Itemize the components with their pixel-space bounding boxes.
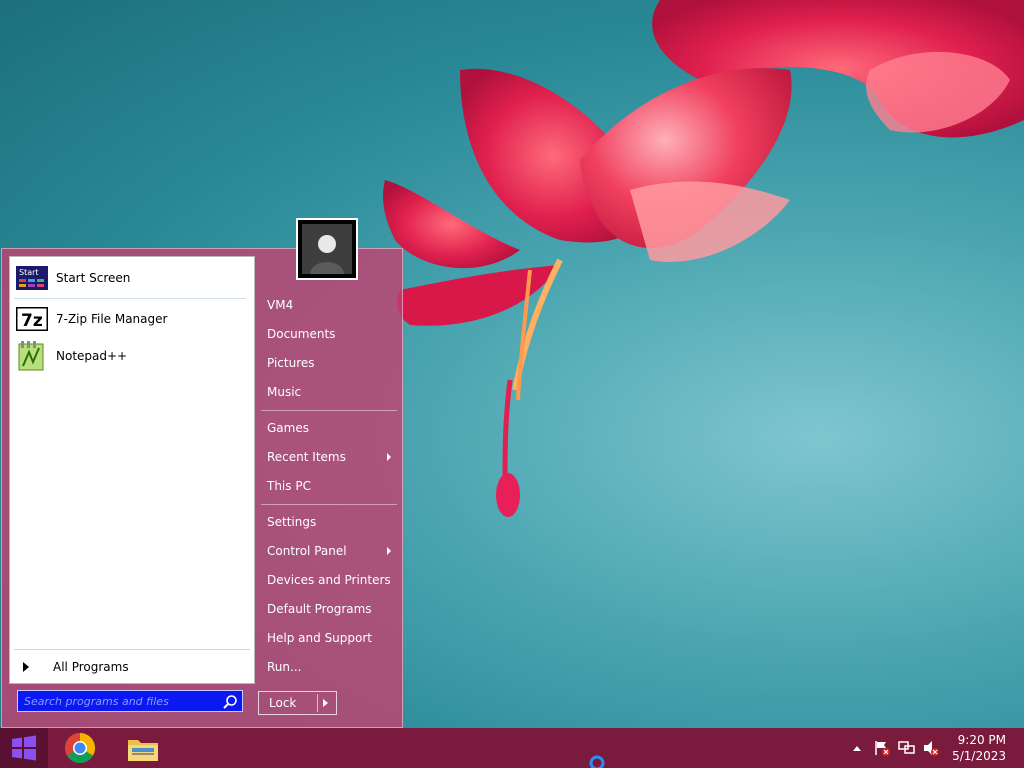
windows-logo-icon [12, 735, 36, 761]
menu-item-help-support[interactable]: Help and Support [259, 625, 397, 651]
menu-item-label: Default Programs [267, 602, 372, 616]
7zip-icon: 7z [16, 303, 48, 335]
program-label: Notepad++ [56, 349, 128, 363]
svg-text:Start: Start [19, 268, 39, 277]
start-screen-icon: Start [16, 262, 48, 294]
user-avatar[interactable] [296, 218, 358, 280]
divider [317, 694, 318, 712]
menu-item-label: Help and Support [267, 631, 372, 645]
all-programs-button[interactable]: All Programs [14, 655, 250, 679]
menu-item-control-panel[interactable]: Control Panel [259, 538, 397, 564]
menu-item-label: Music [267, 385, 302, 399]
lock-label: Lock [269, 696, 297, 710]
show-hidden-icons[interactable] [852, 744, 862, 752]
menu-item-label: Settings [267, 515, 317, 529]
start-menu: Start Start Screen 7z 7-Zip File Manager… [1, 248, 403, 728]
menu-item-default-programs[interactable]: Default Programs [259, 596, 397, 622]
lock-button[interactable]: Lock [258, 691, 337, 715]
menu-item-music[interactable]: Music [259, 379, 397, 405]
start-button[interactable] [0, 728, 48, 768]
menu-item-label: Run... [267, 660, 302, 674]
taskbar-chrome[interactable] [64, 732, 96, 764]
menu-item-run[interactable]: Run... [259, 654, 397, 680]
taskbar: 9:20 PM 5/1/2023 [0, 728, 1024, 768]
action-center-flag-icon[interactable] [874, 740, 890, 756]
menu-item-pictures[interactable]: Pictures [259, 350, 397, 376]
menu-item-label: VM4 [267, 298, 294, 312]
expand-arrow-icon [23, 662, 29, 672]
program-label: Start Screen [56, 271, 131, 285]
folder-icon [128, 740, 158, 761]
notepadpp-icon [16, 340, 48, 372]
clock-date: 5/1/2023 [952, 749, 1006, 763]
menu-item-games[interactable]: Games [259, 415, 397, 441]
program-item-start-screen[interactable]: Start Start Screen [14, 261, 250, 295]
all-programs-label: All Programs [53, 660, 129, 674]
menu-item-recent-items[interactable]: Recent Items [259, 444, 397, 470]
program-item-notepadpp[interactable]: Notepad++ [14, 339, 250, 373]
clock-time: 9:20 PM [957, 733, 1006, 747]
divider [261, 504, 397, 505]
divider [261, 410, 397, 411]
submenu-arrow-icon [387, 547, 391, 555]
divider [14, 298, 246, 299]
menu-item-label: Documents [267, 327, 336, 341]
program-item-7zip[interactable]: 7z 7-Zip File Manager [14, 302, 250, 336]
menu-item-documents[interactable]: Documents [259, 321, 397, 347]
menu-item-label: Control Panel [267, 544, 347, 558]
search-ring-icon [589, 755, 605, 768]
menu-item-label: Pictures [267, 356, 315, 370]
submenu-arrow-icon [387, 453, 391, 461]
divider [14, 649, 250, 650]
menu-item-label: Games [267, 421, 309, 435]
svg-text:7z: 7z [21, 311, 43, 331]
menu-item-this-pc[interactable]: This PC [259, 473, 397, 499]
taskbar-clock[interactable]: 9:20 PM 5/1/2023 [952, 732, 1006, 764]
menu-item-user-folder[interactable]: VM4 [259, 292, 397, 318]
program-label: 7-Zip File Manager [56, 312, 168, 326]
menu-item-label: Devices and Printers [267, 573, 391, 587]
taskbar-file-explorer[interactable] [126, 732, 158, 764]
menu-item-label: Recent Items [267, 450, 346, 464]
user-avatar-icon [302, 224, 352, 274]
programs-pane: Start Start Screen 7z 7-Zip File Manager… [9, 256, 255, 684]
menu-item-devices-printers[interactable]: Devices and Printers [259, 567, 397, 593]
power-options-arrow-icon[interactable] [323, 699, 328, 707]
menu-item-label: This PC [267, 479, 311, 493]
volume-muted-icon[interactable] [922, 740, 940, 756]
search-input[interactable] [17, 690, 243, 712]
menu-item-settings[interactable]: Settings [259, 509, 397, 535]
search-icon[interactable] [222, 694, 238, 710]
network-icon[interactable] [898, 740, 916, 756]
chrome-icon [64, 733, 96, 764]
